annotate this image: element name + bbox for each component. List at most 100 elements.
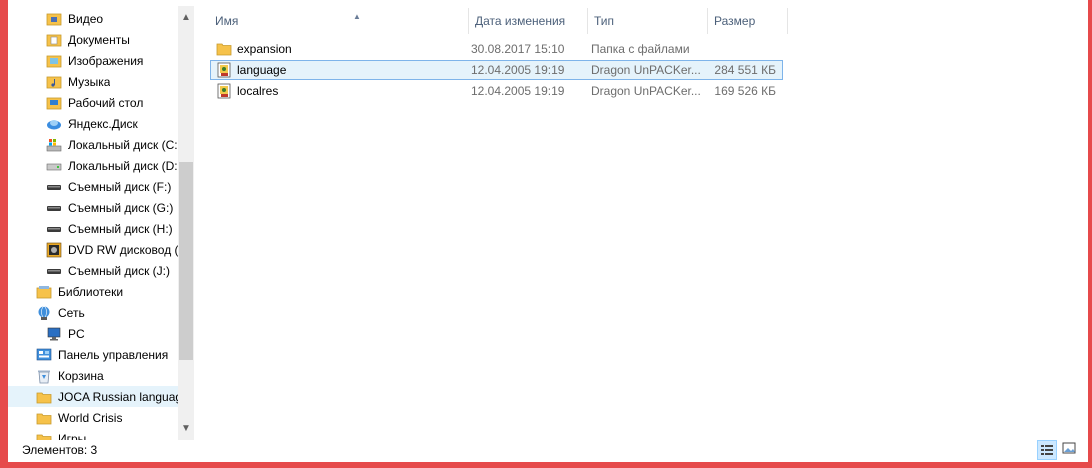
nav-item-drive-f[interactable]: Съемный диск (F:) — [46, 176, 171, 197]
nav-item-drive-d[interactable]: Локальный диск (D: — [46, 155, 178, 176]
file-name: localres — [237, 84, 279, 98]
nav-item-label: DVD RW дисковод (I — [68, 242, 178, 257]
nav-item-label: Видео — [68, 11, 104, 26]
nav-item-drive-j[interactable]: Съемный диск (J:) — [46, 260, 170, 281]
nav-item-drive-h[interactable]: Съемный диск (H:) — [46, 218, 173, 239]
folder-icon — [36, 413, 52, 424]
nav-item-recycle-bin[interactable]: Корзина — [36, 365, 104, 386]
folder-icon — [36, 392, 52, 403]
nav-item-desktop[interactable]: Рабочий стол — [46, 92, 143, 113]
status-bar: Элементов: 3 — [8, 440, 1088, 462]
dvd-drive-icon — [46, 242, 62, 257]
file-row[interactable]: expansion 30.08.2017 15:10 Папка с файла… — [210, 39, 783, 59]
removable-drive-icon — [47, 268, 61, 274]
documents-folder-icon — [46, 34, 62, 46]
music-folder-icon — [46, 76, 62, 88]
nav-item-label: Съемный диск (H:) — [68, 221, 173, 236]
desktop-folder-icon — [46, 97, 62, 109]
file-name: expansion — [237, 42, 292, 56]
nav-item-label: Музыка — [68, 74, 111, 89]
nav-item-label: Сеть — [58, 305, 85, 320]
scroll-down-arrow-icon[interactable]: ▼ — [178, 420, 194, 437]
nav-item-label: Съемный диск (G:) — [68, 200, 174, 215]
libraries-icon — [36, 285, 52, 298]
column-header-type-label: Тип — [594, 14, 615, 28]
column-header-name-label: Имя — [215, 14, 239, 28]
column-divider[interactable] — [787, 8, 788, 34]
scroll-up-arrow-icon[interactable]: ▲ — [178, 9, 194, 26]
file-size: 284 551 КБ — [714, 63, 776, 77]
nav-pane-scrollbar[interactable]: ▲ ▼ — [178, 6, 194, 440]
nav-item-label: Съемный диск (F:) — [68, 179, 172, 194]
large-icons-view-button[interactable] — [1060, 440, 1080, 460]
video-folder-icon — [46, 13, 62, 25]
nav-item-label: Игры — [58, 431, 87, 441]
nav-item-label: Документы — [68, 32, 130, 47]
column-header-type[interactable]: Тип — [587, 8, 707, 34]
item-count: Элементов: 3 — [22, 443, 98, 457]
scrollbar-thumb[interactable] — [179, 162, 193, 360]
column-header-size-label: Размер — [714, 14, 756, 28]
nav-item-joca-folder[interactable]: JOCA Russian languag — [8, 386, 178, 407]
nav-item-label: Локальный диск (D: — [68, 158, 178, 173]
column-header-date-label: Дата изменения — [475, 14, 566, 28]
details-view-button[interactable] — [1037, 440, 1057, 460]
file-date: 12.04.2005 19:19 — [471, 63, 565, 77]
file-list-pane: Имя ▲ Дата изменения Тип Размер expansio… — [196, 0, 1088, 440]
column-header-size[interactable]: Размер — [707, 8, 787, 34]
nav-item-drive-i[interactable]: DVD RW дисковод (I — [46, 239, 178, 260]
nav-item-video[interactable]: Видео — [46, 8, 103, 29]
nav-item-label: JOCA Russian languag — [58, 389, 178, 404]
file-date: 12.04.2005 19:19 — [471, 84, 565, 98]
archive-file-icon — [217, 62, 231, 78]
large-icons-view-icon — [1062, 442, 1076, 454]
nav-item-drive-c[interactable]: Локальный диск (C: — [46, 134, 178, 155]
explorer-window: Видео Документы Изображения Музыка Рабоч… — [8, 0, 1088, 462]
file-name: language — [237, 63, 287, 77]
nav-item-label: Яндекс.Диск — [68, 116, 138, 131]
nav-item-drive-g[interactable]: Съемный диск (G:) — [46, 197, 173, 218]
file-type: Dragon UnPACKer... — [591, 63, 701, 77]
nav-item-documents[interactable]: Документы — [46, 29, 130, 50]
file-row-selected[interactable]: language 12.04.2005 19:19 Dragon UnPACKe… — [210, 60, 783, 80]
file-type: Dragon UnPACKer... — [591, 84, 701, 98]
yandex-disk-icon — [47, 119, 61, 129]
removable-drive-icon — [47, 226, 61, 232]
nav-item-pc[interactable]: PC — [46, 323, 85, 344]
column-header-name[interactable]: Имя ▲ — [208, 8, 468, 34]
pictures-folder-icon — [46, 55, 62, 67]
nav-item-label: PC — [68, 326, 85, 341]
nav-item-libraries[interactable]: Библиотеки — [36, 281, 123, 302]
file-size: 169 526 КБ — [714, 84, 776, 98]
network-icon — [38, 305, 50, 320]
folder-icon — [36, 434, 52, 440]
archive-file-icon — [217, 83, 231, 99]
nav-item-label: Съемный диск (J:) — [68, 263, 170, 278]
nav-item-label: Изображения — [68, 53, 144, 68]
nav-item-music[interactable]: Музыка — [46, 71, 110, 92]
details-view-icon — [1041, 445, 1053, 455]
nav-item-pictures[interactable]: Изображения — [46, 50, 143, 71]
computer-icon — [47, 327, 61, 340]
column-header-date[interactable]: Дата изменения — [468, 8, 587, 34]
nav-item-world-crisis[interactable]: World Crisis — [36, 407, 122, 428]
nav-item-label: Рабочий стол — [68, 95, 144, 110]
system-drive-icon — [46, 138, 62, 151]
recycle-bin-icon — [38, 370, 50, 383]
sort-ascending-icon: ▲ — [353, 12, 361, 21]
nav-item-label: Библиотеки — [58, 284, 124, 299]
nav-item-yandex-disk[interactable]: Яндекс.Диск — [46, 113, 138, 134]
nav-item-label: World Crisis — [58, 410, 123, 425]
removable-drive-icon — [47, 205, 61, 211]
file-date: 30.08.2017 15:10 — [471, 42, 565, 56]
local-drive-icon — [46, 163, 62, 170]
control-panel-icon — [36, 348, 52, 360]
navigation-pane: Видео Документы Изображения Музыка Рабоч… — [8, 0, 178, 440]
nav-item-games[interactable]: Игры — [36, 428, 86, 440]
nav-item-control-panel[interactable]: Панель управления — [36, 344, 168, 365]
file-type: Папка с файлами — [591, 42, 690, 56]
nav-item-label: Панель управления — [58, 347, 169, 362]
nav-item-label: Корзина — [58, 368, 104, 383]
file-row[interactable]: localres 12.04.2005 19:19 Dragon UnPACKe… — [210, 81, 783, 101]
nav-item-network[interactable]: Сеть — [36, 302, 85, 323]
